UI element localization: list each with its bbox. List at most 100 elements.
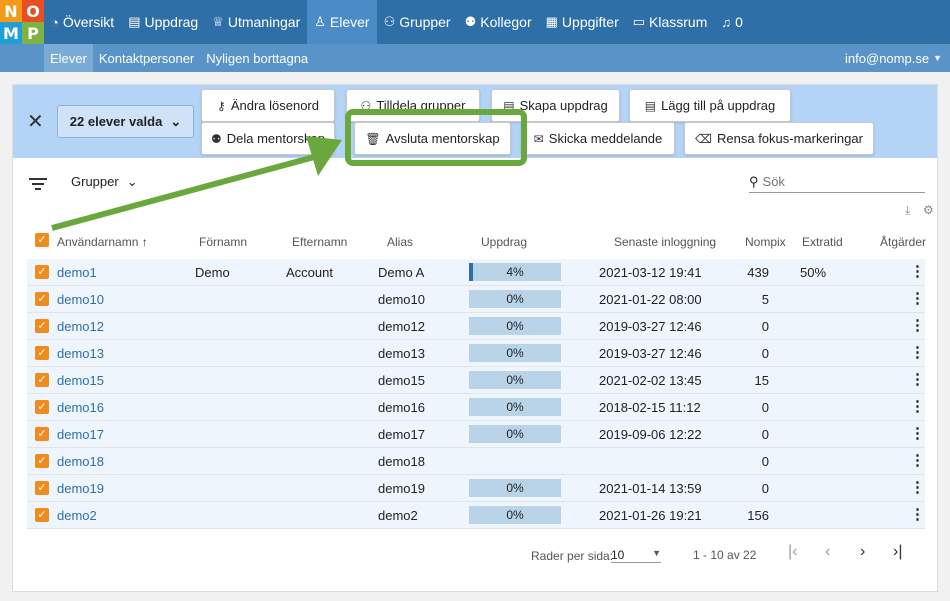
- progress-label: 4%: [506, 265, 524, 279]
- row-checkbox[interactable]: ✓: [35, 373, 49, 387]
- username-link[interactable]: demo17: [57, 427, 104, 442]
- column-username[interactable]: Användarnamn ↑: [57, 235, 148, 249]
- nav-items: ◔ Översikt ▤ Uppdrag ♕ Utmaningar ♙ Elever ⚇ Grup…: [44, 0, 750, 44]
- nav-item-colleagues[interactable]: ⚉ Kollegor: [458, 0, 539, 44]
- column-alias[interactable]: Alias: [387, 235, 413, 249]
- row-checkbox[interactable]: ✓: [35, 400, 49, 414]
- table-row[interactable]: ✓ demo10 demo10 0% 2021-01-22 08:00 5 ⋮: [27, 286, 925, 313]
- nav-item-assignment[interactable]: ▤ Uppdrag: [121, 0, 205, 44]
- dashboard-icon: ◔: [51, 14, 59, 30]
- table-header: ✓ Användarnamn ↑ Förnamn Efternamn Alias…: [27, 223, 926, 259]
- last-login-cell: 2021-03-12 19:41: [599, 265, 702, 280]
- column-extra-time[interactable]: Extratid: [802, 235, 843, 249]
- groups-filter[interactable]: Grupper ⌄: [71, 174, 138, 190]
- table-row[interactable]: ✓ demo15 demo15 0% 2021-02-02 13:45 15 ⋮: [27, 367, 925, 394]
- username-link[interactable]: demo12: [57, 319, 104, 334]
- more-actions-icon[interactable]: ⋮: [910, 262, 925, 280]
- more-actions-icon[interactable]: ⋮: [910, 397, 925, 415]
- filter-icon[interactable]: [29, 175, 47, 193]
- bell-icon: ♫: [721, 14, 732, 30]
- username-link[interactable]: demo19: [57, 481, 104, 496]
- row-checkbox[interactable]: ✓: [35, 427, 49, 441]
- nav-item-classroom[interactable]: ▭ Klassrum: [626, 0, 715, 44]
- row-checkbox[interactable]: ✓: [35, 292, 49, 306]
- select-all-checkbox[interactable]: ✓: [35, 233, 49, 247]
- nav-item-trophy[interactable]: ♕ Utmaningar: [205, 0, 307, 44]
- username-link[interactable]: demo18: [57, 454, 104, 469]
- column-last-login[interactable]: Senaste inloggning: [614, 235, 716, 249]
- column-last-name[interactable]: Efternamn: [292, 235, 347, 249]
- table-row[interactable]: ✓ demo17 demo17 0% 2019-09-06 12:22 0 ⋮: [27, 421, 925, 448]
- add-to-assignment-button[interactable]: ▤ Lägg till på uppdrag: [629, 89, 791, 122]
- last-login-cell: 2019-09-06 12:22: [599, 427, 702, 442]
- username-link[interactable]: demo2: [57, 508, 97, 523]
- row-checkbox[interactable]: ✓: [35, 454, 49, 468]
- students-card: ✕ 22 elever valda ⌄ ⚷ Ändra lösenord ⚇ T…: [12, 84, 938, 592]
- nompix-cell: 0: [761, 427, 769, 442]
- progress-bar: 0%: [469, 317, 561, 335]
- username-link[interactable]: demo16: [57, 400, 104, 415]
- table-row[interactable]: ✓ demo18 demo18 0 ⋮: [27, 448, 925, 475]
- search-input[interactable]: [762, 174, 903, 189]
- row-checkbox[interactable]: ✓: [35, 346, 49, 360]
- nav-item-label: Elever: [329, 14, 370, 30]
- nav-item-dashboard[interactable]: ◔ Översikt: [44, 0, 121, 44]
- table-row[interactable]: ✓ demo16 demo16 0% 2018-02-15 11:12 0 ⋮: [27, 394, 925, 421]
- first-name-cell: Demo: [195, 265, 230, 280]
- chevron-down-icon: ⌄: [170, 113, 182, 129]
- more-actions-icon[interactable]: ⋮: [910, 289, 925, 307]
- row-checkbox[interactable]: ✓: [35, 319, 49, 333]
- prev-page-icon[interactable]: ‹: [825, 543, 830, 561]
- table-row[interactable]: ✓ demo12 demo12 0% 2019-03-27 12:46 0 ⋮: [27, 313, 925, 340]
- column-first-name[interactable]: Förnamn: [199, 235, 247, 249]
- nav-item-groups[interactable]: ⚇ Grupper: [377, 0, 458, 44]
- subnav-contacts[interactable]: Kontaktpersoner: [93, 44, 200, 72]
- last-page-icon[interactable]: ›|: [893, 543, 902, 561]
- user-email: info@nomp.se: [845, 50, 930, 66]
- rows-per-page-value: 10: [611, 548, 625, 562]
- row-checkbox[interactable]: ✓: [35, 265, 49, 279]
- send-message-button[interactable]: ✉ Skicka meddelande: [521, 122, 675, 155]
- subnav-students[interactable]: Elever: [44, 44, 93, 72]
- table-row[interactable]: ✓ demo13 demo13 0% 2019-03-27 12:46 0 ⋮: [27, 340, 925, 367]
- gear-icon[interactable]: ⚙: [923, 203, 934, 217]
- groups-label: Grupper: [71, 174, 119, 189]
- subnav-recently-removed[interactable]: Nyligen borttagna: [200, 44, 314, 72]
- more-actions-icon[interactable]: ⋮: [910, 505, 925, 523]
- user-icon: ♙: [314, 14, 326, 29]
- nompix-cell: 0: [761, 346, 769, 361]
- more-actions-icon[interactable]: ⋮: [910, 316, 925, 334]
- next-page-icon[interactable]: ›: [860, 543, 865, 561]
- username-link[interactable]: demo15: [57, 373, 104, 388]
- table-row[interactable]: ✓ demo1 Demo Account Demo A 4% 2021-03-12 19:4…: [27, 259, 925, 286]
- first-page-icon[interactable]: |‹: [788, 543, 797, 561]
- clear-focus-button[interactable]: ⌫ Rensa fokus-markeringar: [684, 122, 874, 155]
- nav-item-user[interactable]: ♙ Elever: [307, 0, 377, 44]
- selection-count-button[interactable]: 22 elever valda ⌄: [57, 105, 194, 138]
- more-actions-icon[interactable]: ⋮: [910, 451, 925, 469]
- username-link[interactable]: demo13: [57, 346, 104, 361]
- change-password-button[interactable]: ⚷ Ändra lösenord: [201, 89, 335, 122]
- nomp-logo[interactable]: N O M P: [0, 0, 44, 44]
- share-mentorship-button[interactable]: ⚉ Dela mentorskap: [201, 122, 335, 155]
- download-icon[interactable]: ⤓: [905, 203, 910, 218]
- more-actions-icon[interactable]: ⋮: [910, 370, 925, 388]
- alias-cell: demo15: [378, 373, 425, 388]
- row-checkbox[interactable]: ✓: [35, 481, 49, 495]
- more-actions-icon[interactable]: ⋮: [910, 424, 925, 442]
- close-icon[interactable]: ✕: [27, 109, 44, 134]
- nav-item-grid[interactable]: ▦ Uppgifter: [539, 0, 626, 44]
- more-actions-icon[interactable]: ⋮: [910, 343, 925, 361]
- more-actions-icon[interactable]: ⋮: [910, 478, 925, 496]
- table-row[interactable]: ✓ demo19 demo19 0% 2021-01-14 13:59 0 ⋮: [27, 475, 925, 502]
- username-link[interactable]: demo10: [57, 292, 104, 307]
- column-nompix[interactable]: Nompix: [745, 235, 786, 249]
- nav-item-bell[interactable]: ♫ 0: [714, 0, 750, 44]
- username-link[interactable]: demo1: [57, 265, 97, 280]
- nav-item-label: Uppgifter: [561, 14, 619, 30]
- row-checkbox[interactable]: ✓: [35, 508, 49, 522]
- rows-per-page-select[interactable]: 10 ▼: [611, 548, 661, 563]
- column-assignments[interactable]: Uppdrag: [481, 235, 527, 249]
- table-row[interactable]: ✓ demo2 demo2 0% 2021-01-26 19:21 156 ⋮: [27, 502, 925, 529]
- user-menu[interactable]: info@nomp.se ▼: [845, 44, 942, 72]
